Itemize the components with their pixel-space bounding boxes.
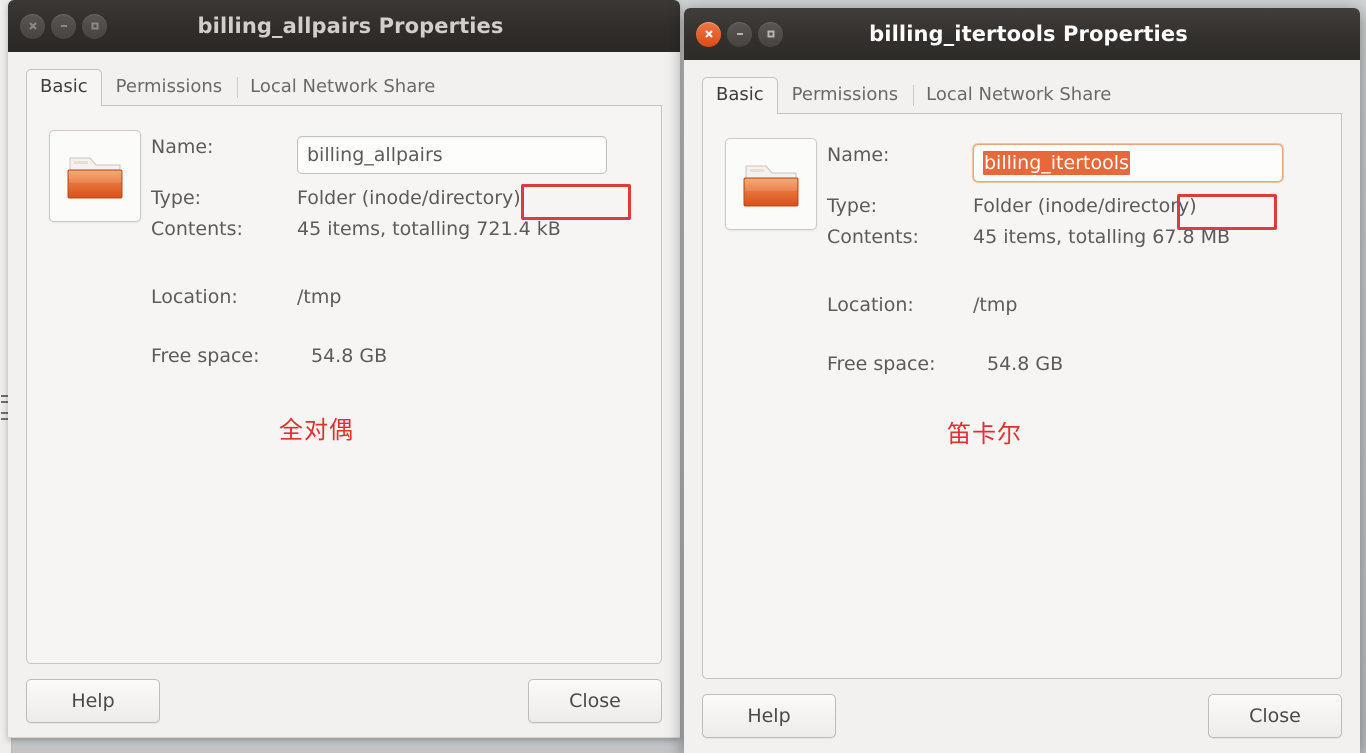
freespace-value-right: 54.8 GB <box>987 352 1064 375</box>
contents-size-left: 721.4 kB <box>476 217 561 240</box>
close-icon[interactable] <box>20 13 45 39</box>
tab-local-network-share-left[interactable]: Local Network Share <box>236 69 449 107</box>
minimize-icon[interactable] <box>727 21 752 47</box>
actionbar-left: Help Close <box>8 664 680 738</box>
contents-prefix-right: 45 items, totalling <box>973 225 1153 248</box>
tab-basic-right[interactable]: Basic <box>702 76 778 115</box>
type-value-right: Folder (inode/directory) <box>973 195 1197 218</box>
desktop: billing_allpairs Properties Basic Permis… <box>0 0 1366 753</box>
folder-icon-button-right[interactable] <box>725 138 817 230</box>
annotation-note-left: 全对偶 <box>279 416 354 444</box>
freespace-row-left: Free space: 54.8 GB <box>49 345 641 367</box>
type-label-left: Type: <box>151 187 202 210</box>
tab-permissions-right[interactable]: Permissions <box>778 77 912 115</box>
contents-label-right: Contents: <box>827 225 919 248</box>
type-label-right: Type: <box>827 195 878 218</box>
window-title-right: billing_itertools Properties <box>869 22 1188 46</box>
freespace-row-right: Free space: 54.8 GB <box>725 353 1321 375</box>
close-icon[interactable] <box>696 21 721 47</box>
location-row-left: Location: /tmp <box>49 286 641 308</box>
tabpage-basic-right: Name: billing_itertools Type: Folder (in… <box>702 114 1342 679</box>
annotation-note-right: 笛卡尔 <box>947 420 1022 448</box>
folder-icon-button-left[interactable] <box>49 130 141 222</box>
help-button-left[interactable]: Help <box>26 678 160 723</box>
tabstrip-right: Basic Permissions Local Network Share <box>702 76 1342 115</box>
type-value-left: Folder (inode/directory) <box>297 187 521 210</box>
properties-window-billing-itertools[interactable]: billing_itertools Properties Basic Permi… <box>684 8 1360 753</box>
name-label-right: Name: <box>827 144 890 166</box>
location-label-left: Location: <box>151 286 238 309</box>
file-info-grid-right: Name: billing_itertools Type: Folder (in… <box>725 136 1321 248</box>
contents-value-right: 45 items, totalling 67.8 MB <box>973 218 1321 248</box>
minimize-icon[interactable] <box>51 13 76 39</box>
freespace-value-left: 54.8 GB <box>311 344 388 367</box>
folder-icon <box>743 165 799 207</box>
name-input-selection-right: billing_itertools <box>983 151 1130 175</box>
name-input-left[interactable]: billing_allpairs <box>297 136 607 174</box>
name-label-left: Name: <box>151 136 214 158</box>
window-controls-left <box>20 13 107 39</box>
window-controls-right <box>696 21 783 47</box>
name-value-cell-left: billing_allpairs <box>297 128 641 179</box>
file-info-grid-left: Name: billing_allpairs Type: Folder (ino… <box>49 128 641 240</box>
folder-icon <box>67 157 123 199</box>
contents-prefix-left: 45 items, totalling <box>297 217 477 240</box>
properties-window-billing-allpairs[interactable]: billing_allpairs Properties Basic Permis… <box>8 0 680 738</box>
contents-value-left: 45 items, totalling 721.4 kB <box>297 210 641 240</box>
tab-basic-left[interactable]: Basic <box>26 68 102 107</box>
name-input-right[interactable]: billing_itertools <box>973 144 1283 182</box>
location-label-right: Location: <box>827 294 914 317</box>
tab-permissions-left[interactable]: Permissions <box>102 69 236 107</box>
titlebar-right[interactable]: billing_itertools Properties <box>684 8 1360 60</box>
folder-icon-cell-right <box>725 136 827 230</box>
actionbar-right: Help Close <box>684 679 1360 753</box>
contents-size-right: 67.8 MB <box>1152 225 1231 248</box>
freespace-label-left: Free space: <box>151 344 260 367</box>
tab-local-network-share-right[interactable]: Local Network Share <box>912 77 1125 115</box>
contents-label-left: Contents: <box>151 217 243 240</box>
location-row-right: Location: /tmp <box>725 294 1321 316</box>
maximize-icon[interactable] <box>82 13 107 39</box>
window-body-left: Basic Permissions Local Network Share Na… <box>8 52 680 664</box>
tabstrip-left: Basic Permissions Local Network Share <box>26 68 662 107</box>
maximize-icon[interactable] <box>758 21 783 47</box>
location-value-left: /tmp <box>297 286 342 309</box>
close-button-left[interactable]: Close <box>528 678 662 723</box>
folder-icon-cell-left <box>49 128 151 222</box>
window-title-left: billing_allpairs Properties <box>197 14 504 38</box>
location-value-right: /tmp <box>973 294 1018 317</box>
titlebar-left[interactable]: billing_allpairs Properties <box>8 0 680 52</box>
freespace-label-right: Free space: <box>827 352 936 375</box>
help-button-right[interactable]: Help <box>702 694 836 738</box>
window-body-right: Basic Permissions Local Network Share Na… <box>684 60 1360 679</box>
close-button-right[interactable]: Close <box>1208 694 1342 738</box>
name-value-cell-right: billing_itertools <box>973 136 1321 187</box>
tabpage-basic-left: Name: billing_allpairs Type: Folder (ino… <box>26 106 662 664</box>
